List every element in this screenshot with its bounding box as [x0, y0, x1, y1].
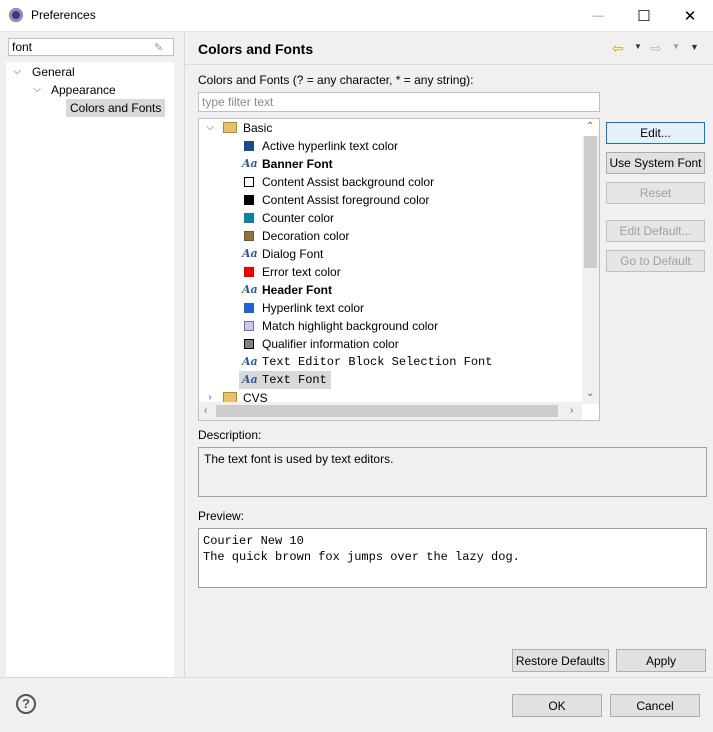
font-icon: Aa [242, 283, 258, 296]
clear-filter-icon[interactable]: ✎ [154, 41, 163, 54]
color-swatch-icon [244, 321, 254, 331]
tree-item-qualifier-information-color[interactable]: Qualifier information color [199, 335, 579, 353]
preferences-tree[interactable]: ⌵ General ⌵ Appearance Colors and Fonts [6, 62, 174, 677]
scroll-left-icon[interactable]: ‹ [204, 405, 207, 416]
tree-group-basic[interactable]: ⌵ Basic [199, 119, 579, 137]
font-icon: Aa [242, 373, 258, 386]
use-system-font-button[interactable]: Use System Font [606, 152, 705, 174]
preview-label: Preview: [198, 509, 245, 523]
description-box: The text font is used by text editors. [198, 447, 707, 497]
tree-item-hyperlink-text-color[interactable]: Hyperlink text color [199, 299, 579, 317]
tree-item-banner-font[interactable]: Aa Banner Font [199, 155, 579, 173]
scroll-up-icon[interactable]: ⌃ [586, 121, 594, 132]
preview-font-name: Courier New 10 [203, 534, 304, 548]
tree-item-label: Active hyperlink text color [262, 139, 399, 153]
tree-item-label: Qualifier information color [262, 337, 399, 351]
color-swatch-icon [244, 231, 254, 241]
header-divider [185, 64, 713, 65]
chevron-down-icon[interactable]: ⌵ [12, 63, 22, 81]
preview-sample-text: The quick brown fox jumps over the lazy … [203, 550, 520, 564]
color-swatch-icon [244, 267, 254, 277]
vertical-scroll-thumb[interactable] [584, 136, 597, 268]
color-swatch-icon [244, 339, 254, 349]
maximize-button[interactable]: ☐ [621, 0, 667, 31]
close-icon: ✕ [683, 7, 697, 25]
cancel-button[interactable]: Cancel [610, 694, 700, 717]
tree-group-label: Basic [243, 121, 273, 135]
restore-defaults-button[interactable]: Restore Defaults [512, 649, 609, 672]
preview-box: Courier New 10 The quick brown fox jumps… [198, 528, 707, 588]
footer-divider [0, 677, 713, 678]
color-swatch-icon [244, 177, 254, 187]
preferences-filter-input[interactable] [8, 38, 174, 56]
description-label: Description: [198, 428, 262, 442]
reset-button[interactable]: Reset [606, 182, 705, 204]
tree-item-colors-and-fonts[interactable]: Colors and Fonts [66, 99, 166, 117]
tree-item-label: Content Assist foreground color [262, 193, 430, 207]
section-label: Colors and Fonts (? = any character, * =… [198, 73, 474, 87]
tree-item-label: Decoration color [262, 229, 350, 243]
tree-item-label: Dialog Font [262, 247, 324, 261]
tree-item-content-assist-background-color[interactable]: Content Assist background color [199, 173, 579, 191]
edit-default-button[interactable]: Edit Default... [606, 220, 705, 242]
forward-arrow-icon: ⇨ [650, 40, 662, 56]
tree-item-label: Colors and Fonts [70, 101, 162, 115]
minimize-button[interactable]: — [575, 0, 621, 31]
tree-item-content-assist-foreground-color[interactable]: Content Assist foreground color [199, 191, 579, 209]
folder-icon [223, 122, 237, 133]
tree-item-header-font[interactable]: Aa Header Font [199, 281, 579, 299]
tree-item-active-hyperlink-text-color[interactable]: Active hyperlink text color [199, 137, 579, 155]
page-title: Colors and Fonts [198, 41, 314, 57]
close-button[interactable]: ✕ [667, 0, 713, 31]
description-text: The text font is used by text editors. [204, 452, 394, 466]
colors-fonts-tree[interactable]: ⌵ Basic Active hyperlink text color Aa B… [198, 118, 600, 421]
font-icon: Aa [242, 355, 258, 368]
scroll-right-icon[interactable]: › [570, 405, 573, 416]
colors-fonts-filter-input[interactable] [198, 92, 600, 112]
tree-item-label: General [32, 65, 75, 79]
scroll-down-icon[interactable]: ⌄ [586, 388, 594, 399]
back-dropdown-icon[interactable]: ▼ [634, 42, 642, 51]
eclipse-app-icon [9, 8, 23, 22]
go-to-default-button[interactable]: Go to Default [606, 250, 705, 272]
tree-item-label: Counter color [262, 211, 335, 225]
tree-item-text-editor-block-selection-font[interactable]: Aa Text Editor Block Selection Font [199, 353, 579, 371]
help-icon[interactable]: ? [16, 694, 36, 714]
tree-item-label: Content Assist background color [262, 175, 435, 189]
chevron-down-icon[interactable]: ⌵ [32, 81, 42, 99]
tree-item-label: Text Font [262, 373, 327, 387]
font-icon: Aa [242, 157, 258, 170]
tree-item-label: Match highlight background color [262, 319, 439, 333]
edit-button[interactable]: Edit... [606, 122, 705, 144]
apply-button[interactable]: Apply [616, 649, 706, 672]
view-menu-icon[interactable]: ▼ [690, 42, 699, 52]
tree-item-match-highlight-background-color[interactable]: Match highlight background color [199, 317, 579, 335]
font-icon: Aa [242, 247, 258, 260]
tree-item-dialog-font[interactable]: Aa Dialog Font [199, 245, 579, 263]
minimize-icon: — [592, 9, 604, 22]
maximize-icon: ☐ [637, 7, 651, 25]
tree-item-counter-color[interactable]: Counter color [199, 209, 579, 227]
forward-dropdown-icon: ▼ [672, 42, 680, 51]
tree-item-decoration-color[interactable]: Decoration color [199, 227, 579, 245]
window-title: Preferences [31, 8, 96, 22]
tree-item-label: Header Font [262, 283, 333, 297]
tree-item-label: Error text color [262, 265, 341, 279]
ok-button[interactable]: OK [512, 694, 602, 717]
horizontal-scroll-thumb[interactable] [216, 405, 558, 417]
chevron-down-icon[interactable]: ⌵ [205, 119, 215, 137]
back-arrow-icon[interactable]: ⇦ [612, 40, 624, 57]
color-swatch-icon [244, 141, 254, 151]
tree-item-text-font[interactable]: Aa Text Font [239, 371, 331, 389]
tree-item-label: Text Editor Block Selection Font [262, 355, 493, 369]
color-swatch-icon [244, 195, 254, 205]
tree-item-label: Hyperlink text color [262, 301, 365, 315]
color-swatch-icon [244, 303, 254, 313]
tree-item-label: Banner Font [262, 157, 333, 171]
tree-item-label: Appearance [51, 83, 116, 97]
tree-item-error-text-color[interactable]: Error text color [199, 263, 579, 281]
color-swatch-icon [244, 213, 254, 223]
